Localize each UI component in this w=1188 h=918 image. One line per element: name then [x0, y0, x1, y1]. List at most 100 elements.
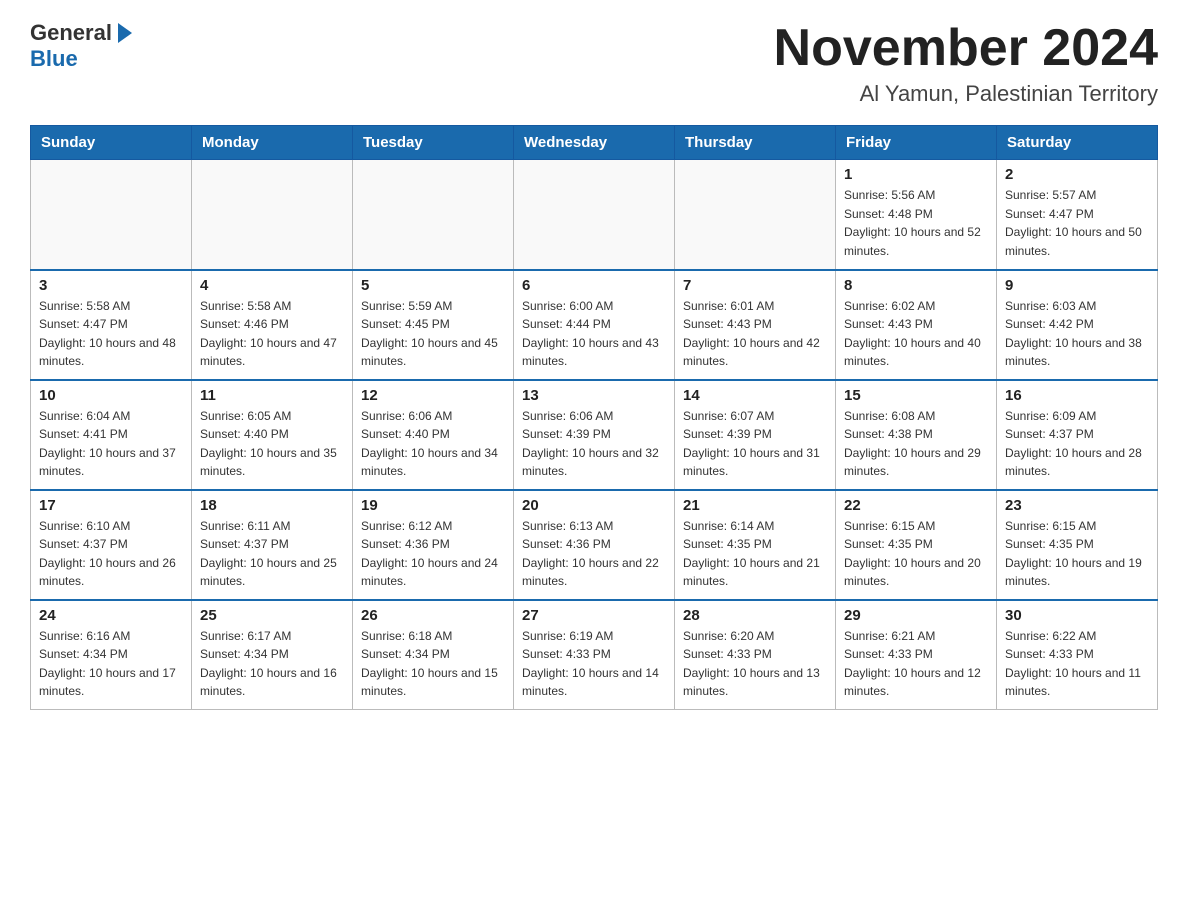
sun-info: Sunrise: 6:10 AMSunset: 4:37 PMDaylight:… — [39, 517, 183, 591]
sun-info: Sunrise: 6:07 AMSunset: 4:39 PMDaylight:… — [683, 407, 827, 481]
calendar-cell: 25Sunrise: 6:17 AMSunset: 4:34 PMDayligh… — [192, 600, 353, 710]
sun-info: Sunrise: 6:08 AMSunset: 4:38 PMDaylight:… — [844, 407, 988, 481]
calendar-week-row: 3 Sunrise: 5:58 AMSunset: 4:47 PMDaylight… — [31, 270, 1158, 380]
sun-info: Sunrise: 6:15 AMSunset: 4:35 PMDaylight:… — [844, 517, 988, 591]
calendar-cell: 19Sunrise: 6:12 AMSunset: 4:36 PMDayligh… — [353, 490, 514, 600]
sun-info: Sunrise: 6:01 AMSunset: 4:43 PMDaylight:… — [683, 297, 827, 371]
sun-info: Sunrise: 5:58 AMSunset: 4:47 PMDaylight:… — [39, 297, 183, 371]
calendar-cell — [514, 160, 675, 270]
logo: General Blue — [30, 20, 134, 72]
calendar-cell: 6 Sunrise: 6:00 AMSunset: 4:44 PMDaylight… — [514, 270, 675, 380]
sun-info: Sunrise: 6:18 AMSunset: 4:34 PMDaylight:… — [361, 627, 505, 701]
calendar-header-wednesday: Wednesday — [514, 126, 675, 160]
calendar-cell: 18 Sunrise: 6:11 AMSunset: 4:37 PMDayligh… — [192, 490, 353, 600]
calendar-cell: 29 Sunrise: 6:21 AMSunset: 4:33 PMDayligh… — [836, 600, 997, 710]
sun-info: Sunrise: 6:02 AMSunset: 4:43 PMDaylight:… — [844, 297, 988, 371]
calendar-header-tuesday: Tuesday — [353, 126, 514, 160]
day-number: 23 — [1005, 497, 1149, 514]
sun-info: Sunrise: 6:00 AMSunset: 4:44 PMDaylight:… — [522, 297, 666, 371]
calendar-cell: 23 Sunrise: 6:15 AMSunset: 4:35 PMDayligh… — [997, 490, 1158, 600]
calendar-header-friday: Friday — [836, 126, 997, 160]
title-section: November 2024 Al Yamun, Palestinian Terr… — [774, 20, 1158, 107]
sun-info: Sunrise: 5:56 AMSunset: 4:48 PMDaylight:… — [844, 186, 988, 260]
calendar-table: SundayMondayTuesdayWednesdayThursdayFrid… — [30, 125, 1158, 710]
logo-blue-text: Blue — [30, 46, 78, 72]
sun-info: Sunrise: 6:06 AMSunset: 4:40 PMDaylight:… — [361, 407, 505, 481]
calendar-header-saturday: Saturday — [997, 126, 1158, 160]
day-number: 18 — [200, 497, 344, 514]
day-number: 24 — [39, 607, 183, 624]
sun-info: Sunrise: 6:04 AMSunset: 4:41 PMDaylight:… — [39, 407, 183, 481]
calendar-week-row: 1 Sunrise: 5:56 AMSunset: 4:48 PMDaylight… — [31, 160, 1158, 270]
calendar-cell — [675, 160, 836, 270]
calendar-cell: 28 Sunrise: 6:20 AMSunset: 4:33 PMDayligh… — [675, 600, 836, 710]
sun-info: Sunrise: 6:20 AMSunset: 4:33 PMDaylight:… — [683, 627, 827, 701]
day-number: 3 — [39, 277, 183, 294]
sun-info: Sunrise: 6:09 AMSunset: 4:37 PMDaylight:… — [1005, 407, 1149, 481]
calendar-week-row: 24 Sunrise: 6:16 AMSunset: 4:34 PMDayligh… — [31, 600, 1158, 710]
day-number: 20 — [522, 497, 666, 514]
day-number: 28 — [683, 607, 827, 624]
calendar-cell: 1 Sunrise: 5:56 AMSunset: 4:48 PMDaylight… — [836, 160, 997, 270]
sun-info: Sunrise: 5:58 AMSunset: 4:46 PMDaylight:… — [200, 297, 344, 371]
page-header: General Blue November 2024 Al Yamun, Pal… — [30, 20, 1158, 107]
calendar-cell — [31, 160, 192, 270]
calendar-cell: 27Sunrise: 6:19 AMSunset: 4:33 PMDayligh… — [514, 600, 675, 710]
calendar-cell: 10 Sunrise: 6:04 AMSunset: 4:41 PMDayligh… — [31, 380, 192, 490]
day-number: 8 — [844, 277, 988, 294]
day-number: 12 — [361, 387, 505, 404]
calendar-cell: 5Sunrise: 5:59 AMSunset: 4:45 PMDaylight… — [353, 270, 514, 380]
calendar-header-thursday: Thursday — [675, 126, 836, 160]
calendar-cell: 30 Sunrise: 6:22 AMSunset: 4:33 PMDayligh… — [997, 600, 1158, 710]
calendar-cell: 15 Sunrise: 6:08 AMSunset: 4:38 PMDayligh… — [836, 380, 997, 490]
sun-info: Sunrise: 6:12 AMSunset: 4:36 PMDaylight:… — [361, 517, 505, 591]
day-number: 30 — [1005, 607, 1149, 624]
day-number: 15 — [844, 387, 988, 404]
logo-general-text: General — [30, 20, 112, 46]
calendar-cell: 14Sunrise: 6:07 AMSunset: 4:39 PMDayligh… — [675, 380, 836, 490]
location-title: Al Yamun, Palestinian Territory — [774, 81, 1158, 107]
calendar-cell: 20 Sunrise: 6:13 AMSunset: 4:36 PMDayligh… — [514, 490, 675, 600]
calendar-cell: 8 Sunrise: 6:02 AMSunset: 4:43 PMDaylight… — [836, 270, 997, 380]
day-number: 17 — [39, 497, 183, 514]
calendar-cell: 4 Sunrise: 5:58 AMSunset: 4:46 PMDaylight… — [192, 270, 353, 380]
calendar-cell: 11Sunrise: 6:05 AMSunset: 4:40 PMDayligh… — [192, 380, 353, 490]
calendar-cell: 12 Sunrise: 6:06 AMSunset: 4:40 PMDayligh… — [353, 380, 514, 490]
calendar-cell: 16 Sunrise: 6:09 AMSunset: 4:37 PMDayligh… — [997, 380, 1158, 490]
calendar-cell: 3 Sunrise: 5:58 AMSunset: 4:47 PMDaylight… — [31, 270, 192, 380]
day-number: 1 — [844, 166, 988, 183]
calendar-cell: 24 Sunrise: 6:16 AMSunset: 4:34 PMDayligh… — [31, 600, 192, 710]
calendar-week-row: 17 Sunrise: 6:10 AMSunset: 4:37 PMDayligh… — [31, 490, 1158, 600]
day-number: 6 — [522, 277, 666, 294]
day-number: 2 — [1005, 166, 1149, 183]
sun-info: Sunrise: 6:15 AMSunset: 4:35 PMDaylight:… — [1005, 517, 1149, 591]
sun-info: Sunrise: 6:19 AMSunset: 4:33 PMDaylight:… — [522, 627, 666, 701]
sun-info: Sunrise: 6:22 AMSunset: 4:33 PMDaylight:… — [1005, 627, 1149, 701]
sun-info: Sunrise: 6:11 AMSunset: 4:37 PMDaylight:… — [200, 517, 344, 591]
calendar-header-sunday: Sunday — [31, 126, 192, 160]
logo-triangle-icon — [118, 23, 132, 43]
day-number: 5 — [361, 277, 505, 294]
calendar-cell — [353, 160, 514, 270]
day-number: 13 — [522, 387, 666, 404]
calendar-cell: 26Sunrise: 6:18 AMSunset: 4:34 PMDayligh… — [353, 600, 514, 710]
calendar-cell: 22Sunrise: 6:15 AMSunset: 4:35 PMDayligh… — [836, 490, 997, 600]
sun-info: Sunrise: 6:03 AMSunset: 4:42 PMDaylight:… — [1005, 297, 1149, 371]
day-number: 10 — [39, 387, 183, 404]
day-number: 9 — [1005, 277, 1149, 294]
day-number: 4 — [200, 277, 344, 294]
sun-info: Sunrise: 6:16 AMSunset: 4:34 PMDaylight:… — [39, 627, 183, 701]
day-number: 16 — [1005, 387, 1149, 404]
calendar-cell: 7Sunrise: 6:01 AMSunset: 4:43 PMDaylight… — [675, 270, 836, 380]
sun-info: Sunrise: 6:06 AMSunset: 4:39 PMDaylight:… — [522, 407, 666, 481]
sun-info: Sunrise: 5:57 AMSunset: 4:47 PMDaylight:… — [1005, 186, 1149, 260]
sun-info: Sunrise: 6:21 AMSunset: 4:33 PMDaylight:… — [844, 627, 988, 701]
day-number: 25 — [200, 607, 344, 624]
day-number: 29 — [844, 607, 988, 624]
calendar-week-row: 10 Sunrise: 6:04 AMSunset: 4:41 PMDayligh… — [31, 380, 1158, 490]
sun-info: Sunrise: 6:05 AMSunset: 4:40 PMDaylight:… — [200, 407, 344, 481]
sun-info: Sunrise: 6:13 AMSunset: 4:36 PMDaylight:… — [522, 517, 666, 591]
month-title: November 2024 — [774, 20, 1158, 77]
calendar-cell: 17 Sunrise: 6:10 AMSunset: 4:37 PMDayligh… — [31, 490, 192, 600]
calendar-header-monday: Monday — [192, 126, 353, 160]
